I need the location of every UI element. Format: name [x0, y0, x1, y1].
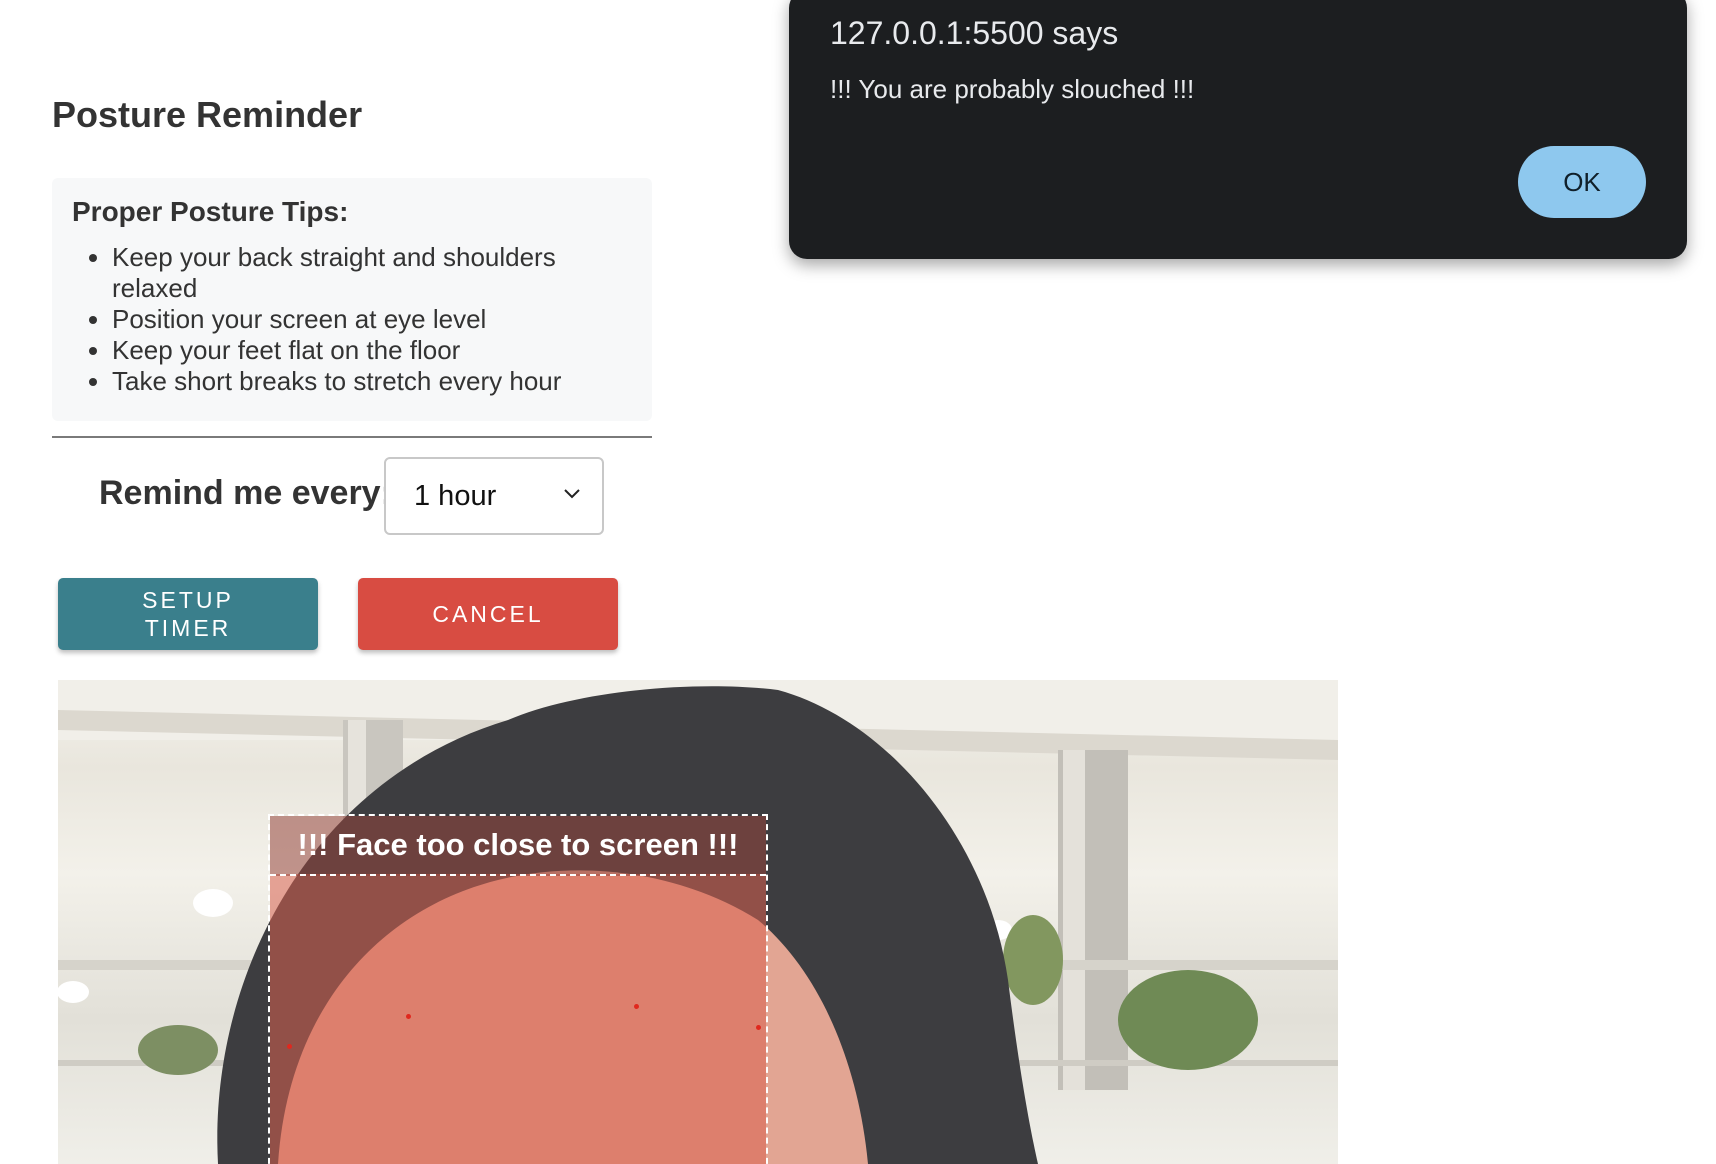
tip-item: Keep your back straight and shoulders re… — [112, 242, 632, 304]
alert-message: !!! You are probably slouched !!! — [830, 74, 1195, 104]
setup-timer-button[interactable]: SETUP TIMER — [58, 578, 318, 650]
face-landmark — [634, 1004, 639, 1009]
alert-origin: 127.0.0.1:5500 says — [830, 15, 1119, 51]
tips-heading: Proper Posture Tips: — [72, 196, 349, 227]
posture-tips-panel: Proper Posture Tips: Keep your back stra… — [52, 178, 652, 421]
alert-dialog: 127.0.0.1:5500 says !!! You are probably… — [789, 0, 1687, 259]
remind-interval-value: 1 hour — [414, 480, 497, 512]
face-detection-box: !!! Face too close to screen !!! — [268, 814, 768, 1164]
tip-item: Position your screen at eye level — [112, 304, 632, 335]
face-landmark — [406, 1014, 411, 1019]
chevron-down-icon — [564, 489, 580, 499]
face-landmark — [287, 1044, 292, 1049]
face-landmark — [756, 1025, 761, 1030]
face-overlay — [270, 874, 766, 1164]
remind-interval-select[interactable]: 1 hour — [384, 457, 604, 535]
face-warning-label: !!! Face too close to screen !!! — [270, 816, 766, 876]
tips-list: Keep your back straight and shoulders re… — [72, 242, 632, 397]
cancel-button[interactable]: CANCEL — [358, 578, 618, 650]
remind-interval-label: Remind me every: — [99, 474, 392, 512]
divider — [52, 436, 652, 438]
posture-reminder-page: Posture Reminder Proper Posture Tips: Ke… — [0, 0, 1716, 1164]
ok-button[interactable]: OK — [1518, 146, 1646, 218]
webcam-feed: !!! Face too close to screen !!! — [58, 680, 1338, 1164]
tip-item: Take short breaks to stretch every hour — [112, 366, 632, 397]
page-title: Posture Reminder — [52, 94, 363, 135]
tip-item: Keep your feet flat on the floor — [112, 335, 632, 366]
